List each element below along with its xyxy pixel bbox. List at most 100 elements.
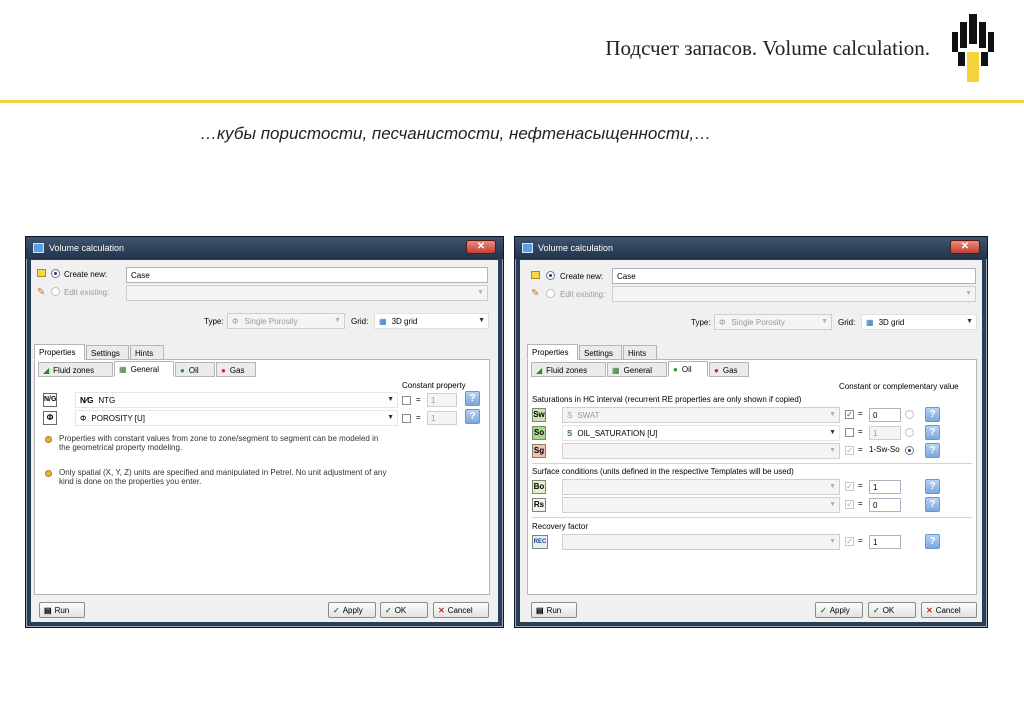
porosity-icon: Φ — [43, 411, 57, 425]
apply-label: Apply — [829, 606, 850, 615]
oil-saturation-select[interactable]: S OIL_SATURATION [U] ▼ — [562, 425, 840, 441]
type-select[interactable]: Φ Single Porosity ▼ — [714, 314, 832, 330]
sg-constant-checkbox[interactable]: ✓ — [845, 446, 854, 455]
subtab-oil[interactable]: ● Oil — [668, 361, 708, 377]
so-complement-radio[interactable] — [905, 428, 914, 437]
dialog-title: Volume calculation — [49, 243, 125, 253]
subtab-fluid-zones[interactable]: ◢ Fluid zones — [38, 362, 113, 377]
apply-button[interactable]: ✓ Apply — [328, 602, 376, 618]
run-button[interactable]: ▤ Run — [39, 602, 85, 618]
help-icon[interactable]: ? — [925, 407, 940, 422]
gas-saturation-select[interactable]: ▼ — [562, 443, 840, 459]
dialog-titlebar[interactable]: Volume calculation ✕ — [26, 237, 503, 259]
type-select[interactable]: Φ Single Porosity ▼ — [227, 313, 345, 329]
rs-icon: Rs — [532, 498, 546, 512]
subtab-label: General — [623, 366, 653, 375]
tab-properties[interactable]: Properties — [34, 344, 85, 360]
porosity-icon: Φ — [232, 317, 239, 326]
rs-constant-input[interactable]: 0 — [869, 498, 901, 512]
sw-constant-input[interactable]: 0 — [869, 408, 901, 422]
help-icon[interactable]: ? — [925, 425, 940, 440]
sw-constant-checkbox[interactable]: ✓ — [845, 410, 854, 419]
subtab-gas[interactable]: ● Gas — [709, 362, 749, 377]
subtab-oil[interactable]: ● Oil — [175, 362, 215, 377]
porosity-constant-checkbox[interactable] — [402, 414, 411, 423]
ok-label: OK — [882, 606, 895, 615]
tab-hints[interactable]: Hints — [130, 345, 164, 360]
ntg-item-icon: N⁄G — [80, 396, 94, 405]
porosity-property-select[interactable]: Φ POROSITY [U] ▼ — [75, 410, 398, 426]
ok-button[interactable]: ✓ OK — [380, 602, 428, 618]
rs-constant-checkbox[interactable]: ✓ — [845, 500, 854, 509]
help-icon[interactable]: ? — [465, 391, 480, 406]
subtab-gas[interactable]: ● Gas — [216, 362, 256, 377]
help-icon[interactable]: ? — [925, 534, 940, 549]
help-icon[interactable]: ? — [925, 479, 940, 494]
cancel-button[interactable]: ✕ Cancel — [921, 602, 977, 618]
tab-hints[interactable]: Hints — [623, 345, 657, 360]
dialog-titlebar[interactable]: Volume calculation ✕ — [515, 237, 987, 259]
subtab-label: Fluid zones — [546, 366, 588, 375]
recovery-factor-select[interactable]: ▼ — [562, 534, 840, 550]
pencil-icon: ✎ — [531, 288, 540, 299]
water-saturation-select[interactable]: S SWAT ▼ — [562, 407, 840, 423]
rs-select[interactable]: ▼ — [562, 497, 840, 513]
subtab-label: General — [130, 365, 160, 374]
create-new-radio[interactable] — [51, 269, 60, 278]
cancel-button[interactable]: ✕ Cancel — [433, 602, 489, 618]
chevron-down-icon: ▼ — [829, 447, 836, 454]
oil-saturation-item-icon: S — [567, 429, 573, 438]
help-icon[interactable]: ? — [925, 443, 940, 458]
subtab-general[interactable]: ▦ General — [607, 362, 667, 377]
create-new-label: Create new: — [560, 272, 604, 281]
edit-existing-radio[interactable] — [546, 289, 555, 298]
subtab-label: Gas — [722, 366, 738, 375]
edit-existing-radio[interactable] — [51, 287, 60, 296]
grid-select[interactable]: ▦ 3D grid ▼ — [861, 314, 977, 330]
gas-drop-icon: ● — [714, 366, 719, 375]
close-button[interactable]: ✕ — [466, 240, 496, 254]
so-constant-checkbox[interactable] — [845, 428, 854, 437]
subtab-label: Oil — [681, 365, 692, 374]
equals-sign: = — [416, 413, 421, 422]
existing-case-select[interactable]: ▼ — [612, 286, 976, 302]
case-name-input[interactable]: Case — [126, 267, 488, 283]
constant-value-header: Constant or complementary value — [839, 382, 959, 391]
porosity-item-icon: Φ — [80, 414, 87, 423]
create-new-radio[interactable] — [546, 271, 555, 280]
sw-complement-radio[interactable] — [905, 410, 914, 419]
constant-property-header: Constant property — [402, 381, 466, 390]
grid-select[interactable]: ▦ 3D grid ▼ — [374, 313, 489, 329]
bo-select[interactable]: ▼ — [562, 479, 840, 495]
case-name-input[interactable]: Case — [612, 268, 976, 284]
sg-complement-radio[interactable] — [905, 446, 914, 455]
tab-properties[interactable]: Properties — [527, 344, 578, 360]
ok-button[interactable]: ✓ OK — [868, 602, 916, 618]
chevron-down-icon: ▼ — [966, 318, 973, 325]
so-constant-input[interactable]: 1 — [869, 426, 901, 440]
bo-constant-input[interactable]: 1 — [869, 480, 901, 494]
help-icon[interactable]: ? — [925, 497, 940, 512]
group-divider — [532, 517, 972, 518]
ntg-property-select[interactable]: N⁄G NTG ▼ — [75, 392, 398, 408]
bo-constant-checkbox[interactable]: ✓ — [845, 482, 854, 491]
rec-constant-input[interactable]: 1 — [869, 535, 901, 549]
type-value: Single Porosity — [244, 317, 298, 326]
close-button[interactable]: ✕ — [950, 240, 980, 254]
checkmark-icon: ✓ — [333, 606, 340, 615]
water-saturation-item-icon: S — [567, 411, 573, 420]
ntg-constant-input[interactable]: 1 — [427, 393, 457, 407]
rec-constant-checkbox[interactable]: ✓ — [845, 537, 854, 546]
existing-case-select[interactable]: ▼ — [126, 285, 488, 301]
help-icon[interactable]: ? — [465, 409, 480, 424]
subtab-fluid-zones[interactable]: ◢ Fluid zones — [531, 362, 606, 377]
apply-button[interactable]: ✓ Apply — [815, 602, 863, 618]
property-name: POROSITY [U] — [91, 414, 146, 423]
tab-settings[interactable]: Settings — [579, 345, 622, 360]
porosity-constant-input[interactable]: 1 — [427, 411, 457, 425]
subtab-general[interactable]: ▦ General — [114, 361, 174, 377]
ntg-constant-checkbox[interactable] — [402, 396, 411, 405]
equals-sign: = — [858, 499, 863, 508]
tab-settings[interactable]: Settings — [86, 345, 129, 360]
run-button[interactable]: ▤ Run — [531, 602, 577, 618]
